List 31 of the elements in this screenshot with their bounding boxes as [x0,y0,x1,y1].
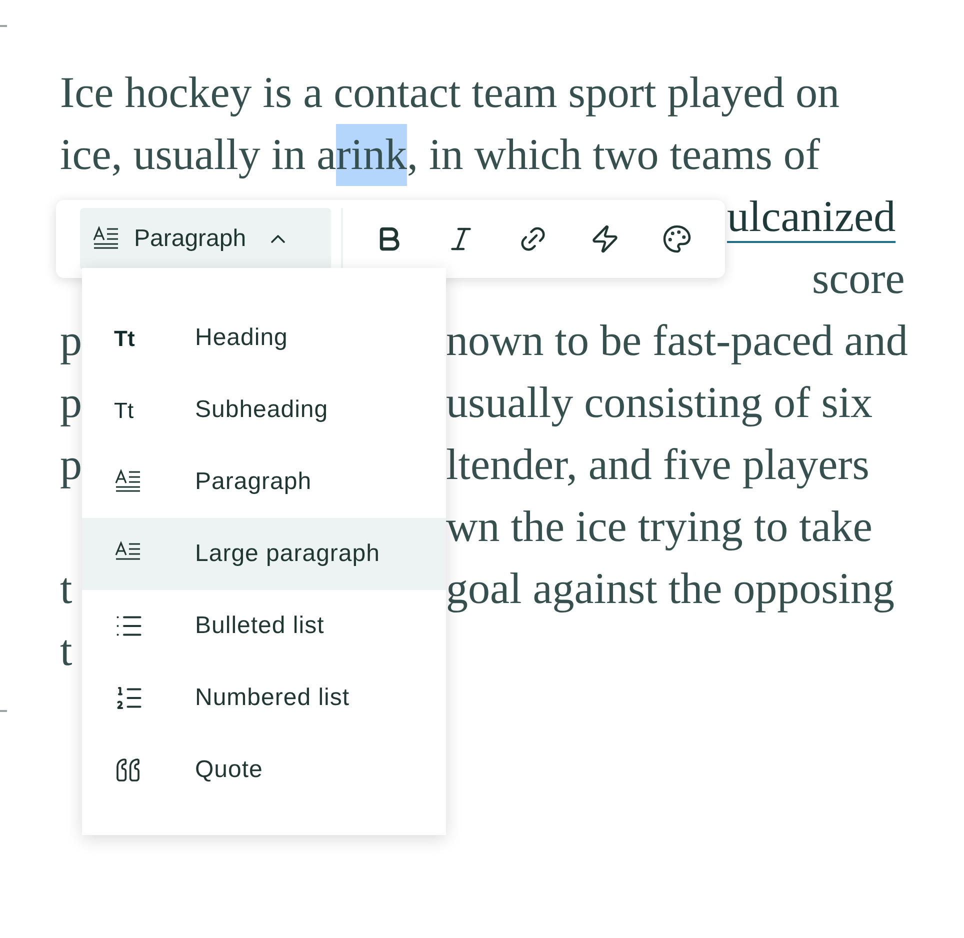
quote-icon [114,756,142,784]
paragraph-text: usually consisting of six [446,377,873,429]
paragraph-text: nown to be fast-paced and [446,315,908,367]
text-style-dropdown[interactable]: Paragraph [80,208,331,270]
paragraph-icon [114,469,142,495]
paragraph-text: t [60,626,72,675]
paragraph-text: score [812,253,905,305]
link-text[interactable]: ulcanized [727,186,896,248]
paragraph-text: p [60,316,82,365]
paragraph-text: p [60,440,82,489]
paragraph-text: wn the ice trying to take [446,501,872,553]
menu-item[interactable]: Tt Heading [82,302,446,374]
menu-item[interactable]: Bulleted list [82,590,446,662]
paragraph-text: ltender, and five players [446,439,870,491]
menu-item[interactable]: Large paragraph [82,518,446,590]
menu-item[interactable]: Numbered list [82,662,446,734]
paragraph-text: ice, usually in a [60,129,336,181]
paragraph-text: Ice hockey is a contact team sport played on [60,67,840,119]
menu-item[interactable]: Quote [82,734,446,806]
menu-item[interactable]: Paragraph [82,446,446,518]
paragraph-text: , in which two teams of [407,129,820,181]
paragraph-text: rink [336,124,408,186]
paragraph-text: p [60,378,82,427]
menu-item[interactable]: Tt Subheading [82,374,446,446]
paragraph-text: goal against the opposing [446,563,894,615]
palette-icon [662,224,692,254]
lightning-icon [590,224,620,254]
subheading-icon: Tt [114,394,134,426]
paragraph-text: t [60,564,72,613]
paragraph-icon [92,226,120,252]
heading-icon: Tt [114,322,135,354]
